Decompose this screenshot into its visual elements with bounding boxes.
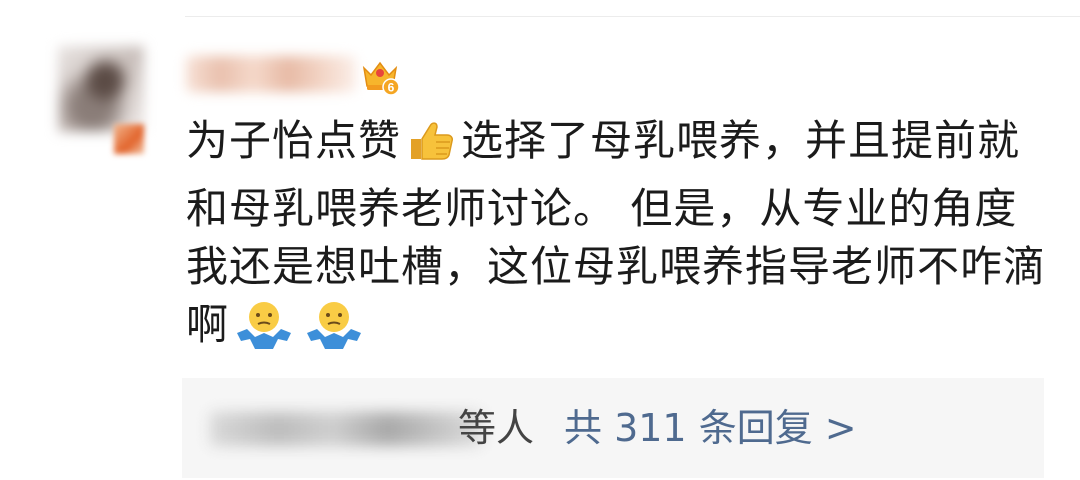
crown-level-badge-icon[interactable]: 6 bbox=[358, 54, 402, 98]
view-replies-link[interactable]: 共 311 条回复 > bbox=[564, 405, 857, 451]
avatar[interactable] bbox=[58, 46, 144, 132]
replies-suffix: 等人 bbox=[458, 406, 535, 450]
thumbs-up-icon bbox=[405, 113, 457, 180]
comment-text[interactable]: 为子怡点赞 选择了母乳喂养，并且提前就和母乳喂养老师讨论。 但是，从专业的角度我… bbox=[186, 112, 1056, 364]
shrug-emoji-icon bbox=[233, 299, 295, 364]
user-level-text: 6 bbox=[388, 81, 395, 95]
avatar-container[interactable] bbox=[58, 46, 158, 156]
shrug-emoji-icon bbox=[303, 299, 365, 364]
reply-usernames-blurred bbox=[210, 412, 482, 446]
replies-total-label: 共 311 条回复 bbox=[564, 406, 813, 450]
comment-text-part-1: 为子怡点赞 bbox=[186, 116, 402, 165]
chevron-right-icon: > bbox=[824, 406, 857, 450]
avatar-badge bbox=[114, 124, 144, 154]
username-blurred[interactable] bbox=[186, 56, 356, 92]
top-divider bbox=[185, 16, 1080, 17]
replies-preview[interactable]: 等人 共 311 条回复 > bbox=[182, 378, 1044, 478]
